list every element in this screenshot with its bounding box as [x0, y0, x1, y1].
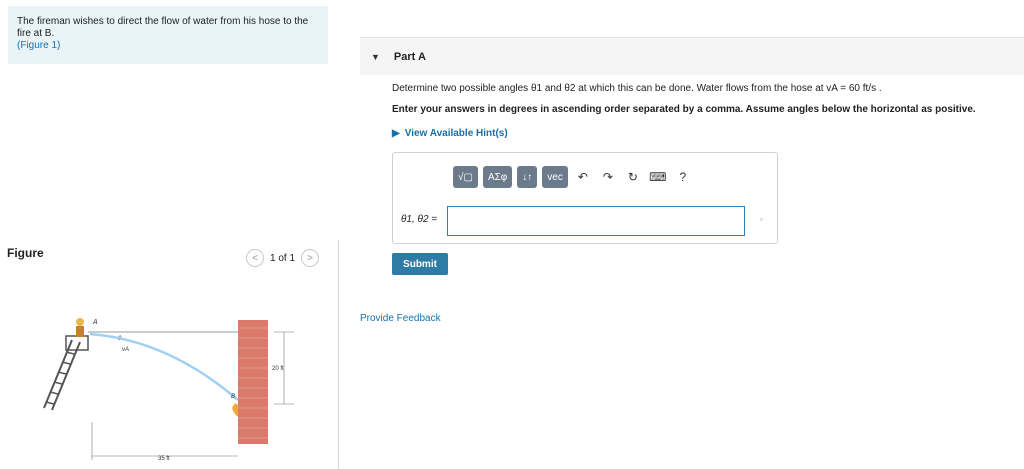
collapse-caret-icon[interactable]: ▼: [371, 52, 380, 62]
answer-box: √▢ ΑΣφ ↓↑ vec ↶ ↷ ↻ ⌨ ? θ1, θ2 = ▫: [392, 152, 778, 244]
chevron-right-icon: >: [307, 252, 313, 264]
water-stream: [89, 332, 239, 401]
part-header[interactable]: ▼ Part A: [360, 37, 1024, 75]
greek-symbols-button[interactable]: ΑΣφ: [482, 166, 513, 188]
velocity-label: vA: [122, 347, 129, 353]
submit-button[interactable]: Submit: [392, 253, 448, 275]
reset-icon[interactable]: ↻: [623, 166, 643, 188]
figure-panel: The fireman wishes to direct the flow of…: [0, 0, 340, 469]
view-hints-label: View Available Hint(s): [404, 128, 508, 139]
instructions-text: Enter your answers in degrees in ascendi…: [392, 104, 976, 115]
next-figure-button[interactable]: >: [301, 249, 320, 267]
redo-icon[interactable]: ↷: [598, 166, 618, 188]
panel-divider: [338, 240, 339, 469]
part-title: Part A: [393, 50, 426, 63]
templates-button[interactable]: √▢: [453, 166, 478, 188]
answer-label: θ1, θ2 =: [401, 214, 438, 225]
distance-label: 35 ft: [158, 456, 170, 462]
fireman-illustration: [76, 318, 84, 337]
figure-heading: Figure: [7, 246, 44, 260]
point-a-label: A: [92, 319, 98, 326]
vector-button[interactable]: vec: [542, 166, 568, 188]
subscript-superscript-button[interactable]: ↓↑: [517, 166, 538, 188]
question-panel: ▼ Part A Determine two possible angles θ…: [360, 0, 1024, 469]
view-hints-link[interactable]: ▶ View Available Hint(s): [392, 128, 508, 139]
triangle-right-icon: ▶: [392, 128, 400, 139]
brick-wall: [238, 320, 268, 444]
pager-count: 1 of 1: [270, 252, 296, 264]
question-text: Determine two possible angles θ1 and θ2 …: [392, 83, 882, 94]
chevron-left-icon: <: [252, 252, 258, 264]
height-label: 20 ft: [272, 366, 284, 372]
prev-figure-button[interactable]: <: [246, 249, 264, 267]
undo-icon[interactable]: ↶: [573, 166, 593, 188]
input-status-dot: ▫: [760, 215, 763, 224]
keyboard-icon[interactable]: ⌨: [648, 166, 668, 188]
problem-statement: The fireman wishes to direct the flow of…: [8, 6, 328, 64]
fireman-figure: A θ vA B 20 ft 35 ft: [43, 318, 294, 462]
point-b-label: B: [231, 394, 235, 400]
problem-text: The fireman wishes to direct the flow of…: [17, 16, 309, 39]
help-button[interactable]: ?: [673, 166, 693, 188]
math-toolbar: √▢ ΑΣφ ↓↑ vec ↶ ↷ ↻ ⌨ ?: [453, 166, 693, 188]
figure-pager: < 1 of 1 >: [246, 249, 320, 267]
provide-feedback-link[interactable]: Provide Feedback: [360, 313, 441, 324]
ladder-illustration: [43, 335, 89, 411]
figure-link[interactable]: (Figure 1): [17, 40, 319, 52]
answer-input[interactable]: [447, 206, 745, 236]
